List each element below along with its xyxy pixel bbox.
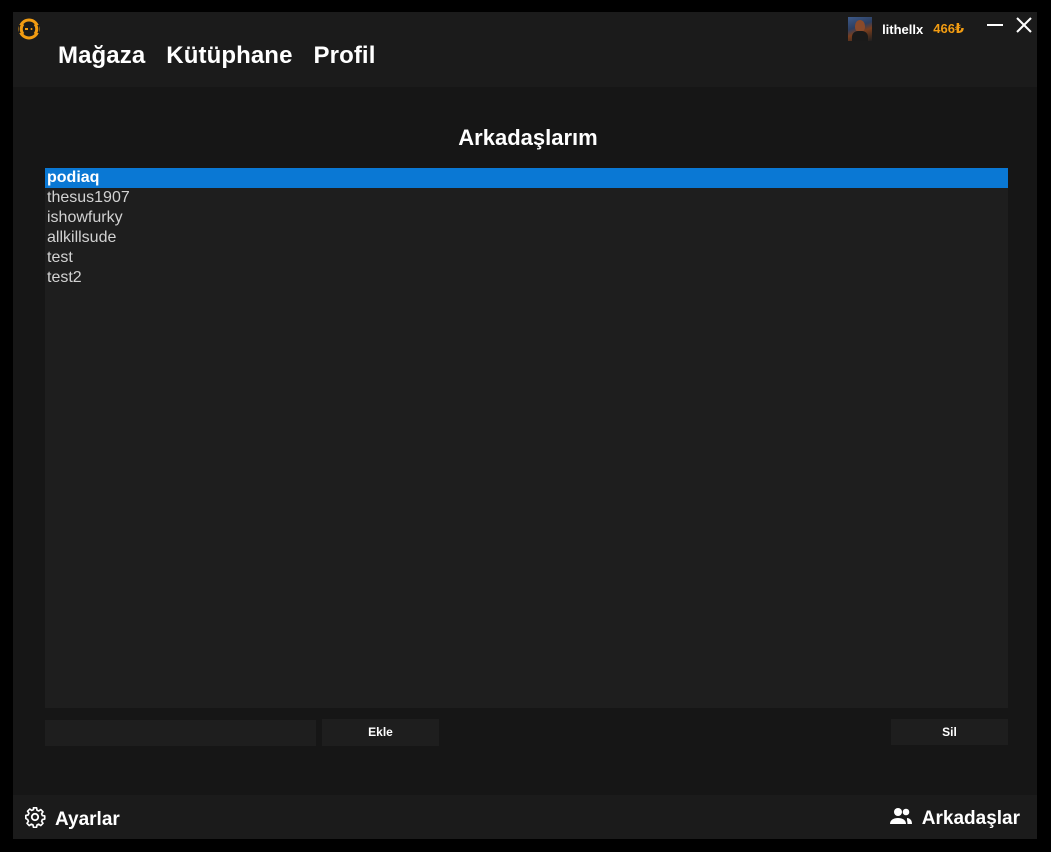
friends-panel: Arkadaşlarım podiaq thesus1907 ishowfurk… xyxy=(13,87,1037,795)
settings-label: Ayarlar xyxy=(55,809,120,830)
list-item[interactable]: test2 xyxy=(45,268,1008,288)
people-icon xyxy=(889,806,922,832)
nav-library[interactable]: Kütüphane xyxy=(166,42,292,70)
avatar[interactable] xyxy=(848,17,873,41)
settings-button[interactable]: Ayarlar xyxy=(24,806,120,834)
friends-label: Arkadaşlar xyxy=(921,808,1020,829)
list-item[interactable]: ishowfurky xyxy=(45,208,1008,228)
remove-button[interactable]: Sil xyxy=(891,719,1008,745)
gamepad-logo-icon[interactable] xyxy=(17,18,41,40)
add-button[interactable]: Ekle xyxy=(322,719,439,746)
list-item[interactable]: allkillsude xyxy=(45,228,1008,248)
friends-button[interactable]: Arkadaşlar xyxy=(889,806,1020,832)
gear-icon xyxy=(24,806,55,834)
user-info[interactable]: lithellx 466₺ xyxy=(848,17,964,41)
friends-list[interactable]: podiaq thesus1907 ishowfurky allkillsude… xyxy=(45,168,1008,708)
close-icon[interactable] xyxy=(1014,15,1034,35)
footer-bar: Ayarlar Arkadaşlar xyxy=(13,795,1037,839)
balance: 466₺ xyxy=(933,21,964,36)
list-item[interactable]: thesus1907 xyxy=(45,188,1008,208)
main-nav: Mağaza Kütüphane Profil xyxy=(58,42,396,70)
list-item[interactable]: test xyxy=(45,248,1008,268)
nav-store[interactable]: Mağaza xyxy=(58,42,145,70)
username: lithellx xyxy=(882,21,924,37)
friend-name-input[interactable] xyxy=(45,720,316,746)
page-title: Arkadaşlarım xyxy=(458,125,598,150)
minimize-icon[interactable] xyxy=(985,15,1005,35)
nav-profile[interactable]: Profil xyxy=(314,42,376,70)
header-bar: Mağaza Kütüphane Profil lithellx 466₺ xyxy=(13,12,1037,87)
app-window: Mağaza Kütüphane Profil lithellx 466₺ Ar… xyxy=(13,12,1037,839)
list-item[interactable]: podiaq xyxy=(45,168,1008,188)
